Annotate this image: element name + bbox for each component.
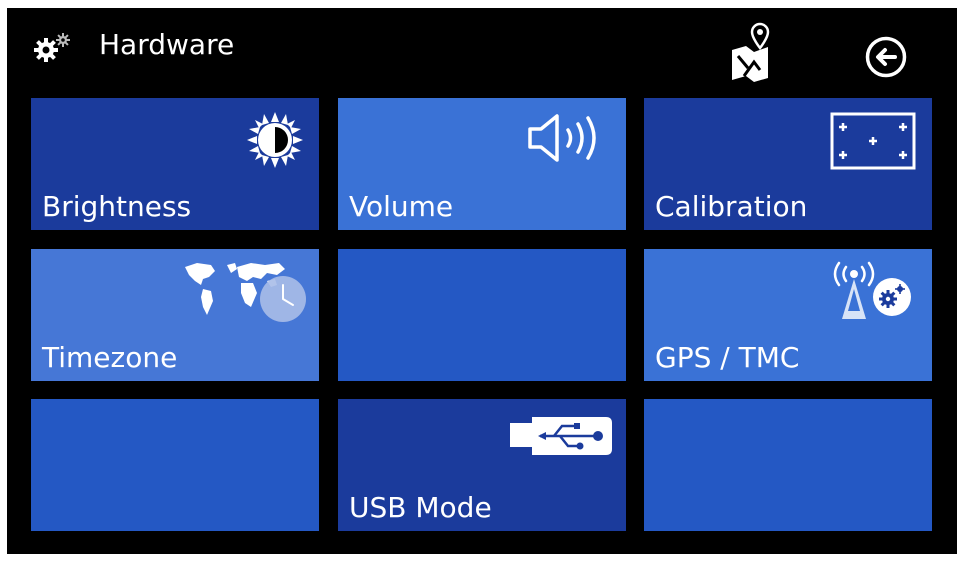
tile-calibration[interactable]: Calibration (644, 98, 932, 230)
tile-timezone[interactable]: Timezone (31, 249, 319, 381)
map-marker-icon[interactable] (724, 20, 776, 84)
tile-brightness[interactable]: Brightness (31, 98, 319, 230)
brightness-icon (247, 112, 303, 168)
page-title: Hardware (99, 28, 235, 61)
tile-empty[interactable] (338, 249, 626, 381)
tile-empty[interactable] (644, 399, 932, 531)
back-arrow-icon[interactable] (865, 36, 907, 78)
tile-gps-tmc[interactable]: GPS / TMC (644, 249, 932, 381)
speaker-icon (528, 114, 596, 162)
tile-volume[interactable]: Volume (338, 98, 626, 230)
tile-empty[interactable] (31, 399, 319, 531)
antenna-settings-icon (833, 261, 911, 319)
tile-label: Timezone (42, 341, 178, 374)
screen: Hardware Brightness Volume Calibration T… (7, 8, 957, 554)
top-bar: Hardware (7, 8, 957, 90)
tile-label: USB Mode (349, 491, 492, 524)
tile-label: Brightness (42, 190, 192, 223)
world-clock-icon (185, 263, 306, 322)
tile-label: Volume (349, 190, 454, 223)
calibration-icon (830, 112, 916, 170)
tile-usb-mode[interactable]: USB Mode (338, 399, 626, 531)
tile-label: Calibration (655, 190, 808, 223)
gear-icon (34, 33, 70, 62)
tile-label: GPS / TMC (655, 341, 800, 374)
usb-icon (510, 417, 612, 455)
